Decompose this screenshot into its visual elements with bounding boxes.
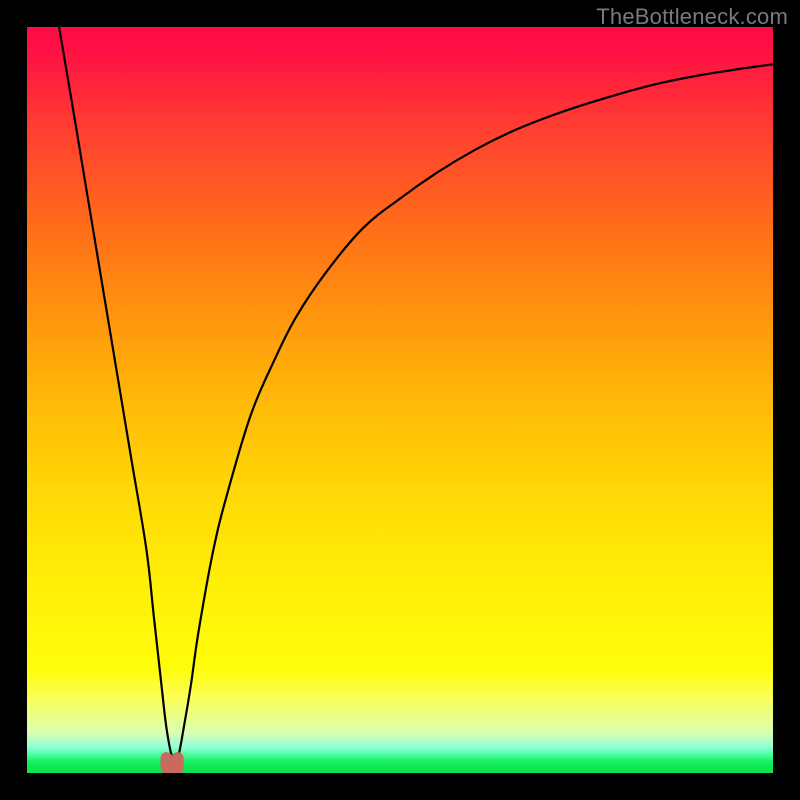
watermark-text: TheBottleneck.com [596, 4, 788, 30]
bottleneck-curve [59, 27, 773, 762]
chart-frame: TheBottleneck.com [0, 0, 800, 800]
plot-area [27, 27, 773, 773]
curve-layer [27, 27, 773, 773]
optimal-point-marker [167, 758, 178, 771]
